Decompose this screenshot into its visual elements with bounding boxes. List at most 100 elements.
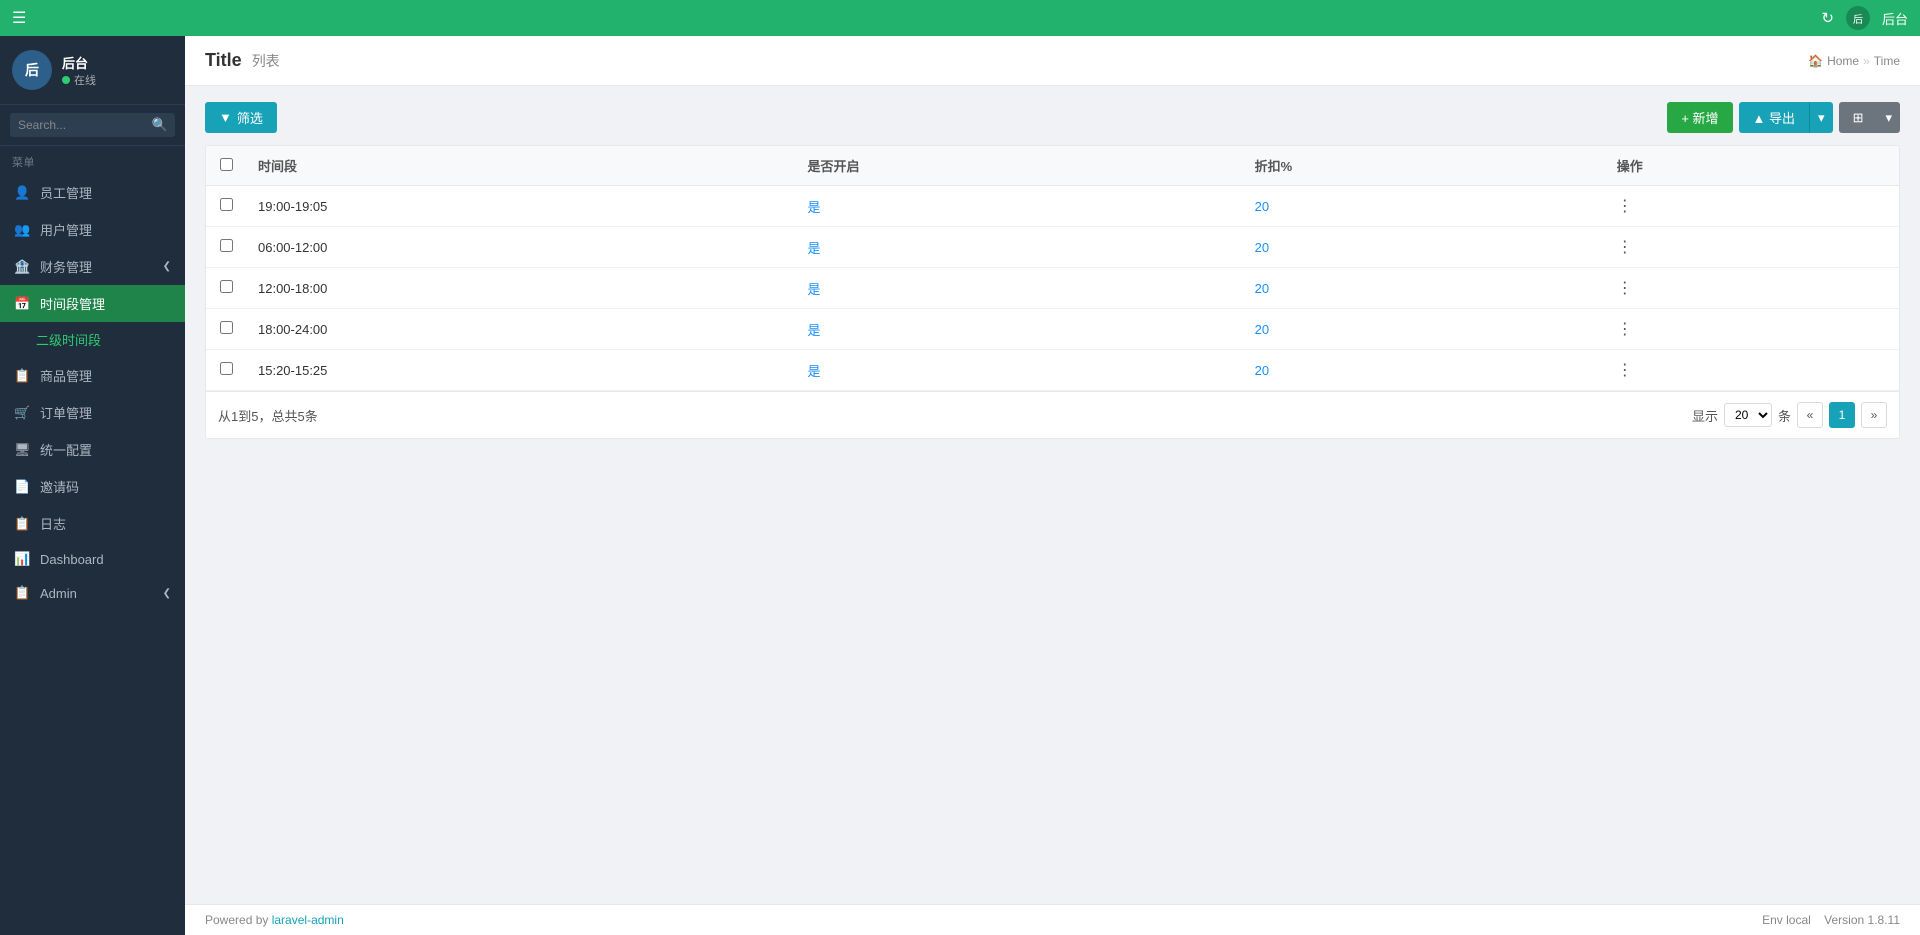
search-input[interactable]	[10, 113, 175, 137]
enabled-link[interactable]: 是	[807, 241, 820, 256]
enabled-link[interactable]: 是	[807, 200, 820, 215]
sidebar-item-admin[interactable]: 📋 Admin ❮	[0, 576, 185, 610]
toolbar: ▼ 筛选 + 新增 ▲ 导出 ▾ ⊞ ▾	[205, 102, 1900, 133]
sidebar-item-log[interactable]: 📋 日志	[0, 505, 185, 542]
export-dropdown-button[interactable]: ▾	[1809, 102, 1833, 133]
sidebar-item-finance[interactable]: 🏦 财务管理 ❮	[0, 248, 185, 285]
current-page-button[interactable]: 1	[1829, 402, 1855, 428]
sidebar-item-label: Admin	[40, 586, 77, 601]
action-menu-button[interactable]: ⋮	[1617, 239, 1633, 256]
profile-info: 后台 在线	[62, 53, 96, 88]
config-icon: 🖥	[14, 442, 30, 458]
select-all-checkbox[interactable]	[220, 158, 233, 171]
enabled-link[interactable]: 是	[807, 323, 820, 338]
finance-chevron: ❮	[163, 261, 171, 272]
sidebar-item-config[interactable]: 🖥 统一配置	[0, 431, 185, 468]
discount-link[interactable]: 20	[1255, 322, 1269, 337]
navbar-left: ☰	[12, 8, 26, 28]
page-subtitle: 列表	[252, 51, 280, 71]
action-menu-button[interactable]: ⋮	[1617, 321, 1633, 338]
columns-button[interactable]: ⊞	[1839, 102, 1878, 133]
row-action: ⋮	[1605, 227, 1899, 268]
discount-link[interactable]: 20	[1255, 199, 1269, 214]
columns-dropdown-button[interactable]: ▾	[1877, 102, 1900, 133]
env-label: Env	[1762, 913, 1783, 927]
table-row: 19:00-19:05 是 20 ⋮	[206, 186, 1899, 227]
sidebar-sub-item-label: 二级时间段	[36, 330, 101, 349]
next-page-button[interactable]: »	[1861, 402, 1887, 428]
sidebar-item-dashboard[interactable]: 📊 Dashboard	[0, 542, 185, 576]
table-row: 15:20-15:25 是 20 ⋮	[206, 350, 1899, 391]
log-icon: 📋	[14, 516, 30, 532]
row-enabled: 是	[795, 350, 1242, 391]
th-checkbox	[206, 146, 246, 186]
prev-page-button[interactable]: «	[1797, 402, 1823, 428]
footer-left: Powered by laravel-admin	[205, 913, 344, 927]
data-table: 时间段 是否开启 折扣% 操作 19:00-19:05 是 20 ⋮	[205, 145, 1900, 439]
hamburger-icon[interactable]: ☰	[12, 8, 26, 28]
sidebar-item-user[interactable]: 👥 用户管理	[0, 211, 185, 248]
sidebar-item-employee[interactable]: 👤 员工管理	[0, 174, 185, 211]
sidebar-item-label: 员工管理	[40, 183, 92, 202]
refresh-icon[interactable]: ↻	[1821, 9, 1834, 27]
row-discount: 20	[1243, 309, 1605, 350]
employee-icon: 👤	[14, 185, 30, 201]
th-enabled: 是否开启	[795, 146, 1242, 186]
env-value: local	[1786, 913, 1811, 927]
th-timeslot: 时间段	[246, 146, 795, 186]
row-action: ⋮	[1605, 309, 1899, 350]
breadcrumb-current: Time	[1874, 54, 1900, 68]
sidebar-item-label: 邀请码	[40, 477, 79, 496]
order-icon: 🛒	[14, 405, 30, 421]
add-button[interactable]: + 新增	[1667, 102, 1732, 133]
row-timeslot: 15:20-15:25	[246, 350, 795, 391]
top-navbar: ☰ ↻ 后 后台	[0, 0, 1920, 36]
sidebar-item-invite[interactable]: 📄 邀请码	[0, 468, 185, 505]
laravel-admin-link[interactable]: laravel-admin	[272, 913, 344, 927]
sidebar-item-goods[interactable]: 📋 商品管理	[0, 357, 185, 394]
action-menu-button[interactable]: ⋮	[1617, 280, 1633, 297]
row-checkbox[interactable]	[220, 362, 233, 375]
breadcrumb: 🏠 Home » Time	[1808, 54, 1900, 68]
pagination-right: 显示 10 20 50 条 « 1 »	[1692, 402, 1887, 428]
table-header-row: 时间段 是否开启 折扣% 操作	[206, 146, 1899, 186]
admin-icon: 📋	[14, 585, 30, 601]
row-checkbox[interactable]	[220, 198, 233, 211]
columns-button-group: ⊞ ▾	[1839, 102, 1900, 133]
row-checkbox-cell	[206, 268, 246, 309]
enabled-link[interactable]: 是	[807, 364, 820, 379]
profile-status: 在线	[62, 72, 96, 88]
discount-link[interactable]: 20	[1255, 240, 1269, 255]
powered-by-text: Powered by	[205, 913, 268, 927]
row-checkbox[interactable]	[220, 280, 233, 293]
table-row: 18:00-24:00 是 20 ⋮	[206, 309, 1899, 350]
export-button-group: ▲ 导出 ▾	[1739, 102, 1833, 133]
main-layout: 后 后台 在线 🔍 菜单 👤 员工管理 👥 用户管理	[0, 36, 1920, 935]
export-button[interactable]: ▲ 导出	[1739, 102, 1809, 133]
discount-link[interactable]: 20	[1255, 281, 1269, 296]
per-page-select[interactable]: 10 20 50	[1724, 403, 1772, 427]
timeslot-icon: 📅	[14, 296, 30, 312]
sidebar-sub-item-timeslot[interactable]: 二级时间段	[0, 322, 185, 357]
version-label: Version	[1824, 913, 1864, 927]
filter-label: 筛选	[237, 108, 263, 127]
row-checkbox[interactable]	[220, 321, 233, 334]
action-menu-button[interactable]: ⋮	[1617, 198, 1633, 215]
sidebar: 后 后台 在线 🔍 菜单 👤 员工管理 👥 用户管理	[0, 36, 185, 935]
discount-link[interactable]: 20	[1255, 363, 1269, 378]
table-row: 12:00-18:00 是 20 ⋮	[206, 268, 1899, 309]
sidebar-item-timeslot[interactable]: 📅 时间段管理	[0, 285, 185, 322]
home-icon: 🏠	[1808, 54, 1823, 68]
sidebar-avatar: 后	[12, 50, 52, 90]
sidebar-item-label: 订单管理	[40, 403, 92, 422]
table: 时间段 是否开启 折扣% 操作 19:00-19:05 是 20 ⋮	[206, 146, 1899, 391]
row-timeslot: 18:00-24:00	[246, 309, 795, 350]
action-menu-button[interactable]: ⋮	[1617, 362, 1633, 379]
row-enabled: 是	[795, 309, 1242, 350]
row-checkbox-cell	[206, 350, 246, 391]
filter-button[interactable]: ▼ 筛选	[205, 102, 277, 133]
row-discount: 20	[1243, 186, 1605, 227]
sidebar-item-order[interactable]: 🛒 订单管理	[0, 394, 185, 431]
row-checkbox[interactable]	[220, 239, 233, 252]
enabled-link[interactable]: 是	[807, 282, 820, 297]
